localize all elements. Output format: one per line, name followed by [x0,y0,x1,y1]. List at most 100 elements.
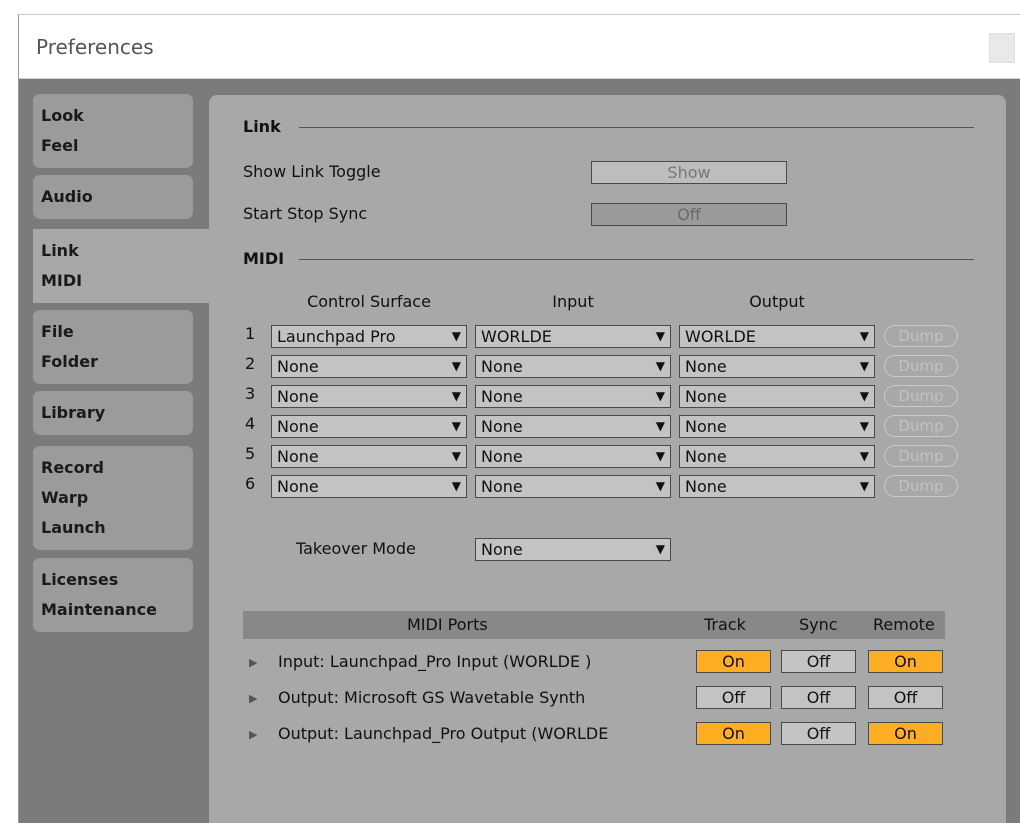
tab-record-warp-launch[interactable]: Record Warp Launch [33,446,193,550]
port-label: Output: Launchpad_Pro Output (WORLDE [278,724,609,743]
dump-button[interactable]: Dump [884,445,958,467]
triangle-down-icon: ▼ [859,449,869,463]
select-value: None [685,477,727,496]
triangle-down-icon: ▼ [451,329,461,343]
show-link-toggle-label: Show Link Toggle [243,162,381,181]
tab-label: Feel [41,136,79,155]
select-value: None [685,357,727,376]
select-value: None [685,417,727,436]
select-value: Launchpad Pro [277,327,396,346]
triangle-right-icon[interactable]: ▶ [249,692,257,705]
row-number: 1 [245,324,256,343]
control-surface-select[interactable]: None ▼ [271,475,467,498]
track-column-header: Track [704,615,746,634]
sync-toggle[interactable]: Off [781,722,856,745]
sync-toggle[interactable]: Off [781,650,856,673]
output-select[interactable]: None ▼ [679,355,875,378]
input-select[interactable]: WORLDE ▼ [475,325,671,348]
triangle-down-icon: ▼ [655,329,665,343]
output-header: Output [749,292,805,311]
remote-toggle[interactable]: Off [868,686,943,709]
close-button[interactable] [989,33,1015,63]
tab-label: Folder [41,352,98,371]
takeover-mode-label: Takeover Mode [296,539,416,558]
select-value: WORLDE [685,327,756,346]
preferences-window: Preferences Look Feel Audio Link MIDI Fi… [18,14,1020,823]
tab-link-midi[interactable]: Link MIDI [33,229,209,303]
input-select[interactable]: None ▼ [475,475,671,498]
port-label: Input: Launchpad_Pro Input (WORLDE ) [278,652,592,671]
control-surface-select[interactable]: None ▼ [271,415,467,438]
select-value: None [481,477,523,496]
section-divider [299,259,974,260]
show-link-toggle-button[interactable]: Show [591,161,787,184]
input-select[interactable]: None ▼ [475,355,671,378]
tab-look-feel[interactable]: Look Feel [33,94,193,168]
control-surface-select[interactable]: Launchpad Pro ▼ [271,325,467,348]
tab-label: Licenses [41,570,119,589]
triangle-right-icon[interactable]: ▶ [249,656,257,669]
input-select[interactable]: None ▼ [475,415,671,438]
select-value: None [685,387,727,406]
tab-file-folder[interactable]: File Folder [33,310,193,384]
input-select[interactable]: None ▼ [475,445,671,468]
triangle-down-icon: ▼ [655,419,665,433]
input-select[interactable]: None ▼ [475,385,671,408]
start-stop-sync-button[interactable]: Off [591,203,787,226]
sync-toggle[interactable]: Off [781,686,856,709]
output-select[interactable]: None ▼ [679,475,875,498]
track-toggle[interactable]: On [696,722,771,745]
port-label: Output: Microsoft GS Wavetable Synth [278,688,586,707]
triangle-down-icon: ▼ [859,329,869,343]
tab-label: Link [41,241,79,260]
tab-label: Record [41,458,104,477]
sync-column-header: Sync [799,615,838,634]
dump-button[interactable]: Dump [884,385,958,407]
triangle-down-icon: ▼ [451,419,461,433]
dump-button[interactable]: Dump [884,355,958,377]
remote-toggle[interactable]: On [868,722,943,745]
select-value: None [277,447,319,466]
start-stop-sync-label: Start Stop Sync [243,204,368,223]
select-value: WORLDE [481,327,552,346]
tab-label: File [41,322,74,341]
track-toggle[interactable]: On [696,650,771,673]
output-select[interactable]: None ▼ [679,385,875,408]
select-value: None [481,540,523,559]
tab-label: Audio [41,187,93,206]
select-value: None [277,417,319,436]
triangle-right-icon[interactable]: ▶ [249,728,257,741]
select-value: None [481,357,523,376]
triangle-down-icon: ▼ [451,449,461,463]
control-surface-select[interactable]: None ▼ [271,385,467,408]
row-number: 6 [245,474,256,493]
ports-column-header: MIDI Ports [407,615,488,634]
midi-ports-header: MIDI Ports Track Sync Remote [243,611,945,639]
triangle-down-icon: ▼ [655,449,665,463]
triangle-down-icon: ▼ [451,389,461,403]
triangle-down-icon: ▼ [859,419,869,433]
select-value: None [277,387,319,406]
control-surface-select[interactable]: None ▼ [271,445,467,468]
triangle-down-icon: ▼ [655,542,665,556]
dump-button[interactable]: Dump [884,415,958,437]
remote-toggle[interactable]: On [868,650,943,673]
dump-button[interactable]: Dump [884,475,958,497]
select-value: None [481,417,523,436]
control-surface-select[interactable]: None ▼ [271,355,467,378]
select-value: None [277,357,319,376]
tab-label: MIDI [41,271,83,290]
window-title: Preferences [36,35,154,59]
dump-button[interactable]: Dump [884,325,958,347]
desktop-strip [0,0,1020,14]
tab-audio[interactable]: Audio [33,175,193,219]
select-value: None [277,477,319,496]
tab-licenses-maintenance[interactable]: Licenses Maintenance [33,558,193,632]
input-header: Input [552,292,594,311]
output-select[interactable]: None ▼ [679,415,875,438]
track-toggle[interactable]: Off [696,686,771,709]
tab-library[interactable]: Library [33,391,193,435]
output-select[interactable]: WORLDE ▼ [679,325,875,348]
output-select[interactable]: None ▼ [679,445,875,468]
takeover-mode-select[interactable]: None ▼ [475,538,671,561]
